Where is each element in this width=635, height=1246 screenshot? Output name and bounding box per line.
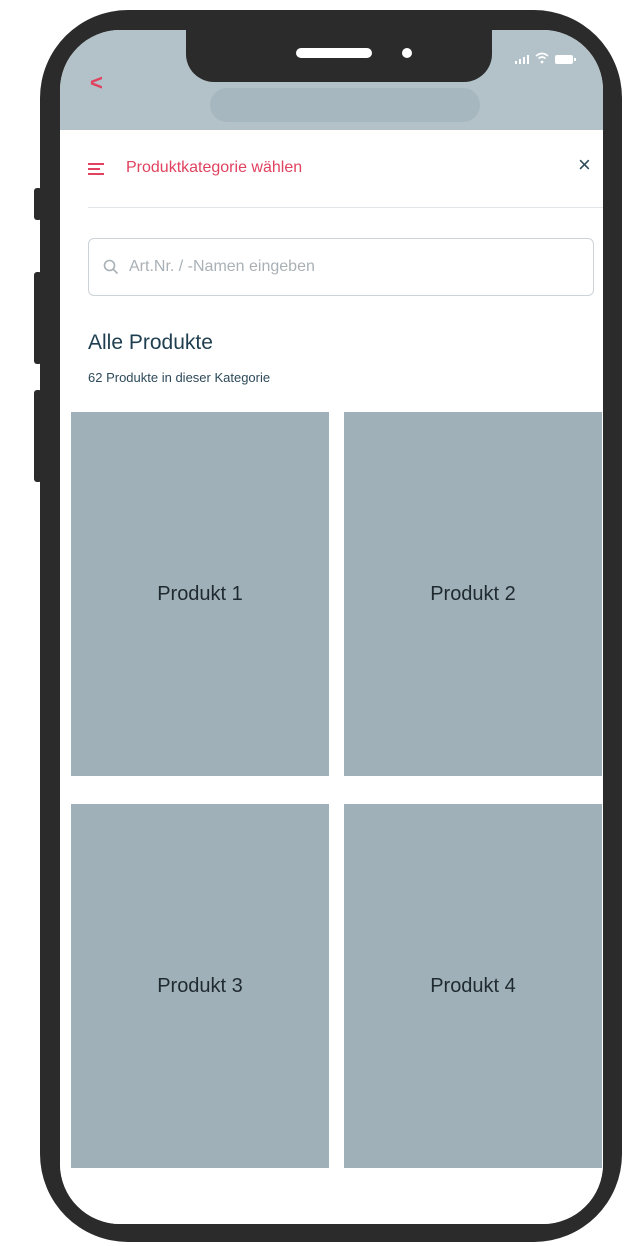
product-tile-2[interactable]: Produkt 2 xyxy=(344,412,602,776)
speaker-icon xyxy=(296,48,372,58)
category-count: 62 Produkte in dieser Kategorie xyxy=(88,370,271,385)
product-tile-1[interactable]: Produkt 1 xyxy=(71,412,329,776)
battery-icon xyxy=(555,55,576,64)
stage: < Produktkategorie wählen × Art.Nr. / -N… xyxy=(0,0,635,1246)
product-label: Produkt 1 xyxy=(157,582,243,605)
product-label: Produkt 3 xyxy=(157,974,243,997)
header-title-placeholder xyxy=(210,88,480,122)
sheet-header: Produktkategorie wählen × xyxy=(88,130,603,208)
search-field[interactable] xyxy=(88,238,594,296)
menu-icon[interactable] xyxy=(88,163,104,175)
search-input[interactable] xyxy=(127,257,571,277)
header-divider xyxy=(88,207,603,208)
category-title: Alle Produkte xyxy=(88,331,213,354)
status-bar xyxy=(515,52,576,64)
wifi-icon xyxy=(535,52,549,64)
phone-notch xyxy=(186,30,492,82)
product-label: Produkt 4 xyxy=(430,974,516,997)
camera-icon xyxy=(402,48,412,58)
close-icon[interactable]: × xyxy=(578,154,591,176)
signal-icon xyxy=(515,55,529,64)
sheet-title: Produktkategorie wählen xyxy=(126,159,303,176)
phone-screen: < Produktkategorie wählen × Art.Nr. / -N… xyxy=(60,30,603,1224)
product-tile-3[interactable]: Produkt 3 xyxy=(71,804,329,1168)
category-sheet: Produktkategorie wählen × Alle Produkte … xyxy=(60,130,603,1224)
search-icon xyxy=(103,259,119,275)
chevron-left-icon[interactable]: < xyxy=(90,72,103,94)
product-tile-4[interactable]: Produkt 4 xyxy=(344,804,602,1168)
product-label: Produkt 2 xyxy=(430,582,516,605)
